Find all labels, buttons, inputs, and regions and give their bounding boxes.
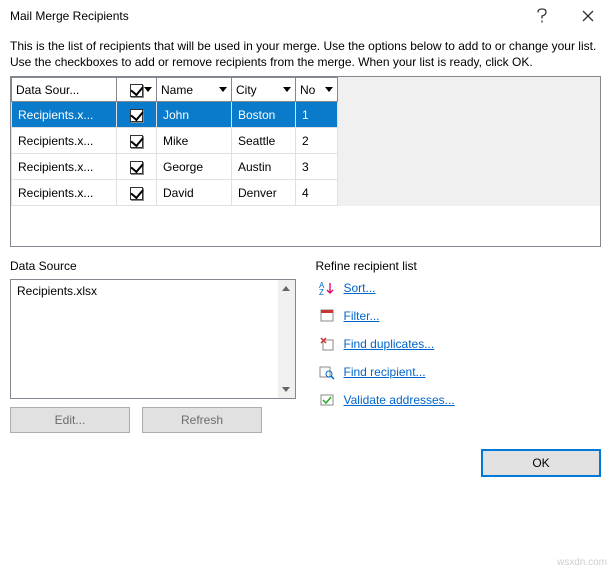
ok-button[interactable]: OK	[481, 449, 601, 477]
data-source-listbox[interactable]: Recipients.xlsx	[10, 279, 296, 399]
row-checkbox[interactable]	[130, 161, 143, 174]
refine-sort[interactable]: AZ Sort...	[318, 279, 602, 297]
cell-no: 3	[296, 154, 338, 180]
duplicates-icon	[318, 335, 336, 353]
cell-source: Recipients.x...	[12, 154, 117, 180]
col-name[interactable]: Name	[157, 78, 232, 102]
col-no-label: No	[300, 83, 315, 97]
data-source-panel: Data Source Recipients.xlsx Edit... Refr…	[10, 259, 296, 433]
help-button[interactable]	[519, 0, 565, 32]
data-source-label: Data Source	[10, 259, 296, 273]
cell-no: 1	[296, 102, 338, 128]
validate-link[interactable]: Validate addresses...	[344, 393, 455, 407]
col-city-label: City	[236, 83, 257, 97]
scroll-down-button[interactable]	[278, 381, 295, 398]
cell-source: Recipients.x...	[12, 102, 117, 128]
watermark: wsxdn.com	[557, 557, 607, 568]
col-city[interactable]: City	[232, 78, 296, 102]
table-row[interactable]: Recipients.x... Mike Seattle 2	[12, 128, 338, 154]
dialog-description: This is the list of recipients that will…	[10, 38, 601, 70]
scrollbar[interactable]	[278, 280, 295, 398]
table-row[interactable]: Recipients.x... George Austin 3	[12, 154, 338, 180]
refine-validate[interactable]: Validate addresses...	[318, 391, 602, 409]
find-icon	[318, 363, 336, 381]
close-button[interactable]	[565, 0, 611, 32]
check-all-checkbox[interactable]	[130, 84, 143, 97]
cell-checkbox[interactable]	[117, 128, 157, 154]
table-row[interactable]: Recipients.x... John Boston 1	[12, 102, 338, 128]
cell-name: John	[157, 102, 232, 128]
sort-link[interactable]: Sort...	[344, 281, 376, 295]
cell-source: Recipients.x...	[12, 180, 117, 206]
cell-city: Seattle	[232, 128, 296, 154]
recipients-grid: Data Sour... Name City N	[10, 76, 601, 247]
find-link[interactable]: Find recipient...	[344, 365, 426, 379]
cell-no: 2	[296, 128, 338, 154]
col-data-source-label: Data Sour...	[16, 83, 79, 97]
row-checkbox[interactable]	[130, 109, 143, 122]
filter-link[interactable]: Filter...	[344, 309, 380, 323]
svg-text:Z: Z	[319, 288, 324, 296]
filter-icon	[318, 307, 336, 325]
duplicates-link[interactable]: Find duplicates...	[344, 337, 435, 351]
title-bar: Mail Merge Recipients	[0, 0, 611, 32]
cell-checkbox[interactable]	[117, 102, 157, 128]
cell-name: George	[157, 154, 232, 180]
table-row[interactable]: Recipients.x... David Denver 4	[12, 180, 338, 206]
col-name-label: Name	[161, 83, 193, 97]
col-no[interactable]: No	[296, 78, 338, 102]
scroll-track[interactable]	[278, 297, 295, 381]
scroll-up-button[interactable]	[278, 280, 295, 297]
cell-no: 4	[296, 180, 338, 206]
chevron-down-icon	[325, 87, 333, 93]
refresh-button[interactable]: Refresh	[142, 407, 262, 433]
cell-city: Boston	[232, 102, 296, 128]
cell-name: David	[157, 180, 232, 206]
refine-find[interactable]: Find recipient...	[318, 363, 602, 381]
chevron-down-icon	[144, 87, 152, 93]
cell-city: Austin	[232, 154, 296, 180]
validate-icon	[318, 391, 336, 409]
cell-checkbox[interactable]	[117, 180, 157, 206]
sort-icon: AZ	[318, 279, 336, 297]
col-check-all[interactable]	[117, 78, 157, 102]
cell-checkbox[interactable]	[117, 154, 157, 180]
data-source-item[interactable]: Recipients.xlsx	[17, 284, 272, 298]
refine-label: Refine recipient list	[316, 259, 602, 273]
row-checkbox[interactable]	[130, 187, 143, 200]
cell-city: Denver	[232, 180, 296, 206]
edit-button[interactable]: Edit...	[10, 407, 130, 433]
refine-panel: Refine recipient list AZ Sort... Filter.…	[316, 259, 602, 433]
chevron-down-icon	[283, 87, 291, 93]
row-checkbox[interactable]	[130, 135, 143, 148]
cell-name: Mike	[157, 128, 232, 154]
col-data-source[interactable]: Data Sour...	[12, 78, 117, 102]
header-row: Data Sour... Name City N	[12, 78, 338, 102]
window-title: Mail Merge Recipients	[10, 9, 519, 23]
chevron-down-icon	[219, 87, 227, 93]
cell-source: Recipients.x...	[12, 128, 117, 154]
refine-duplicates[interactable]: Find duplicates...	[318, 335, 602, 353]
refine-filter[interactable]: Filter...	[318, 307, 602, 325]
